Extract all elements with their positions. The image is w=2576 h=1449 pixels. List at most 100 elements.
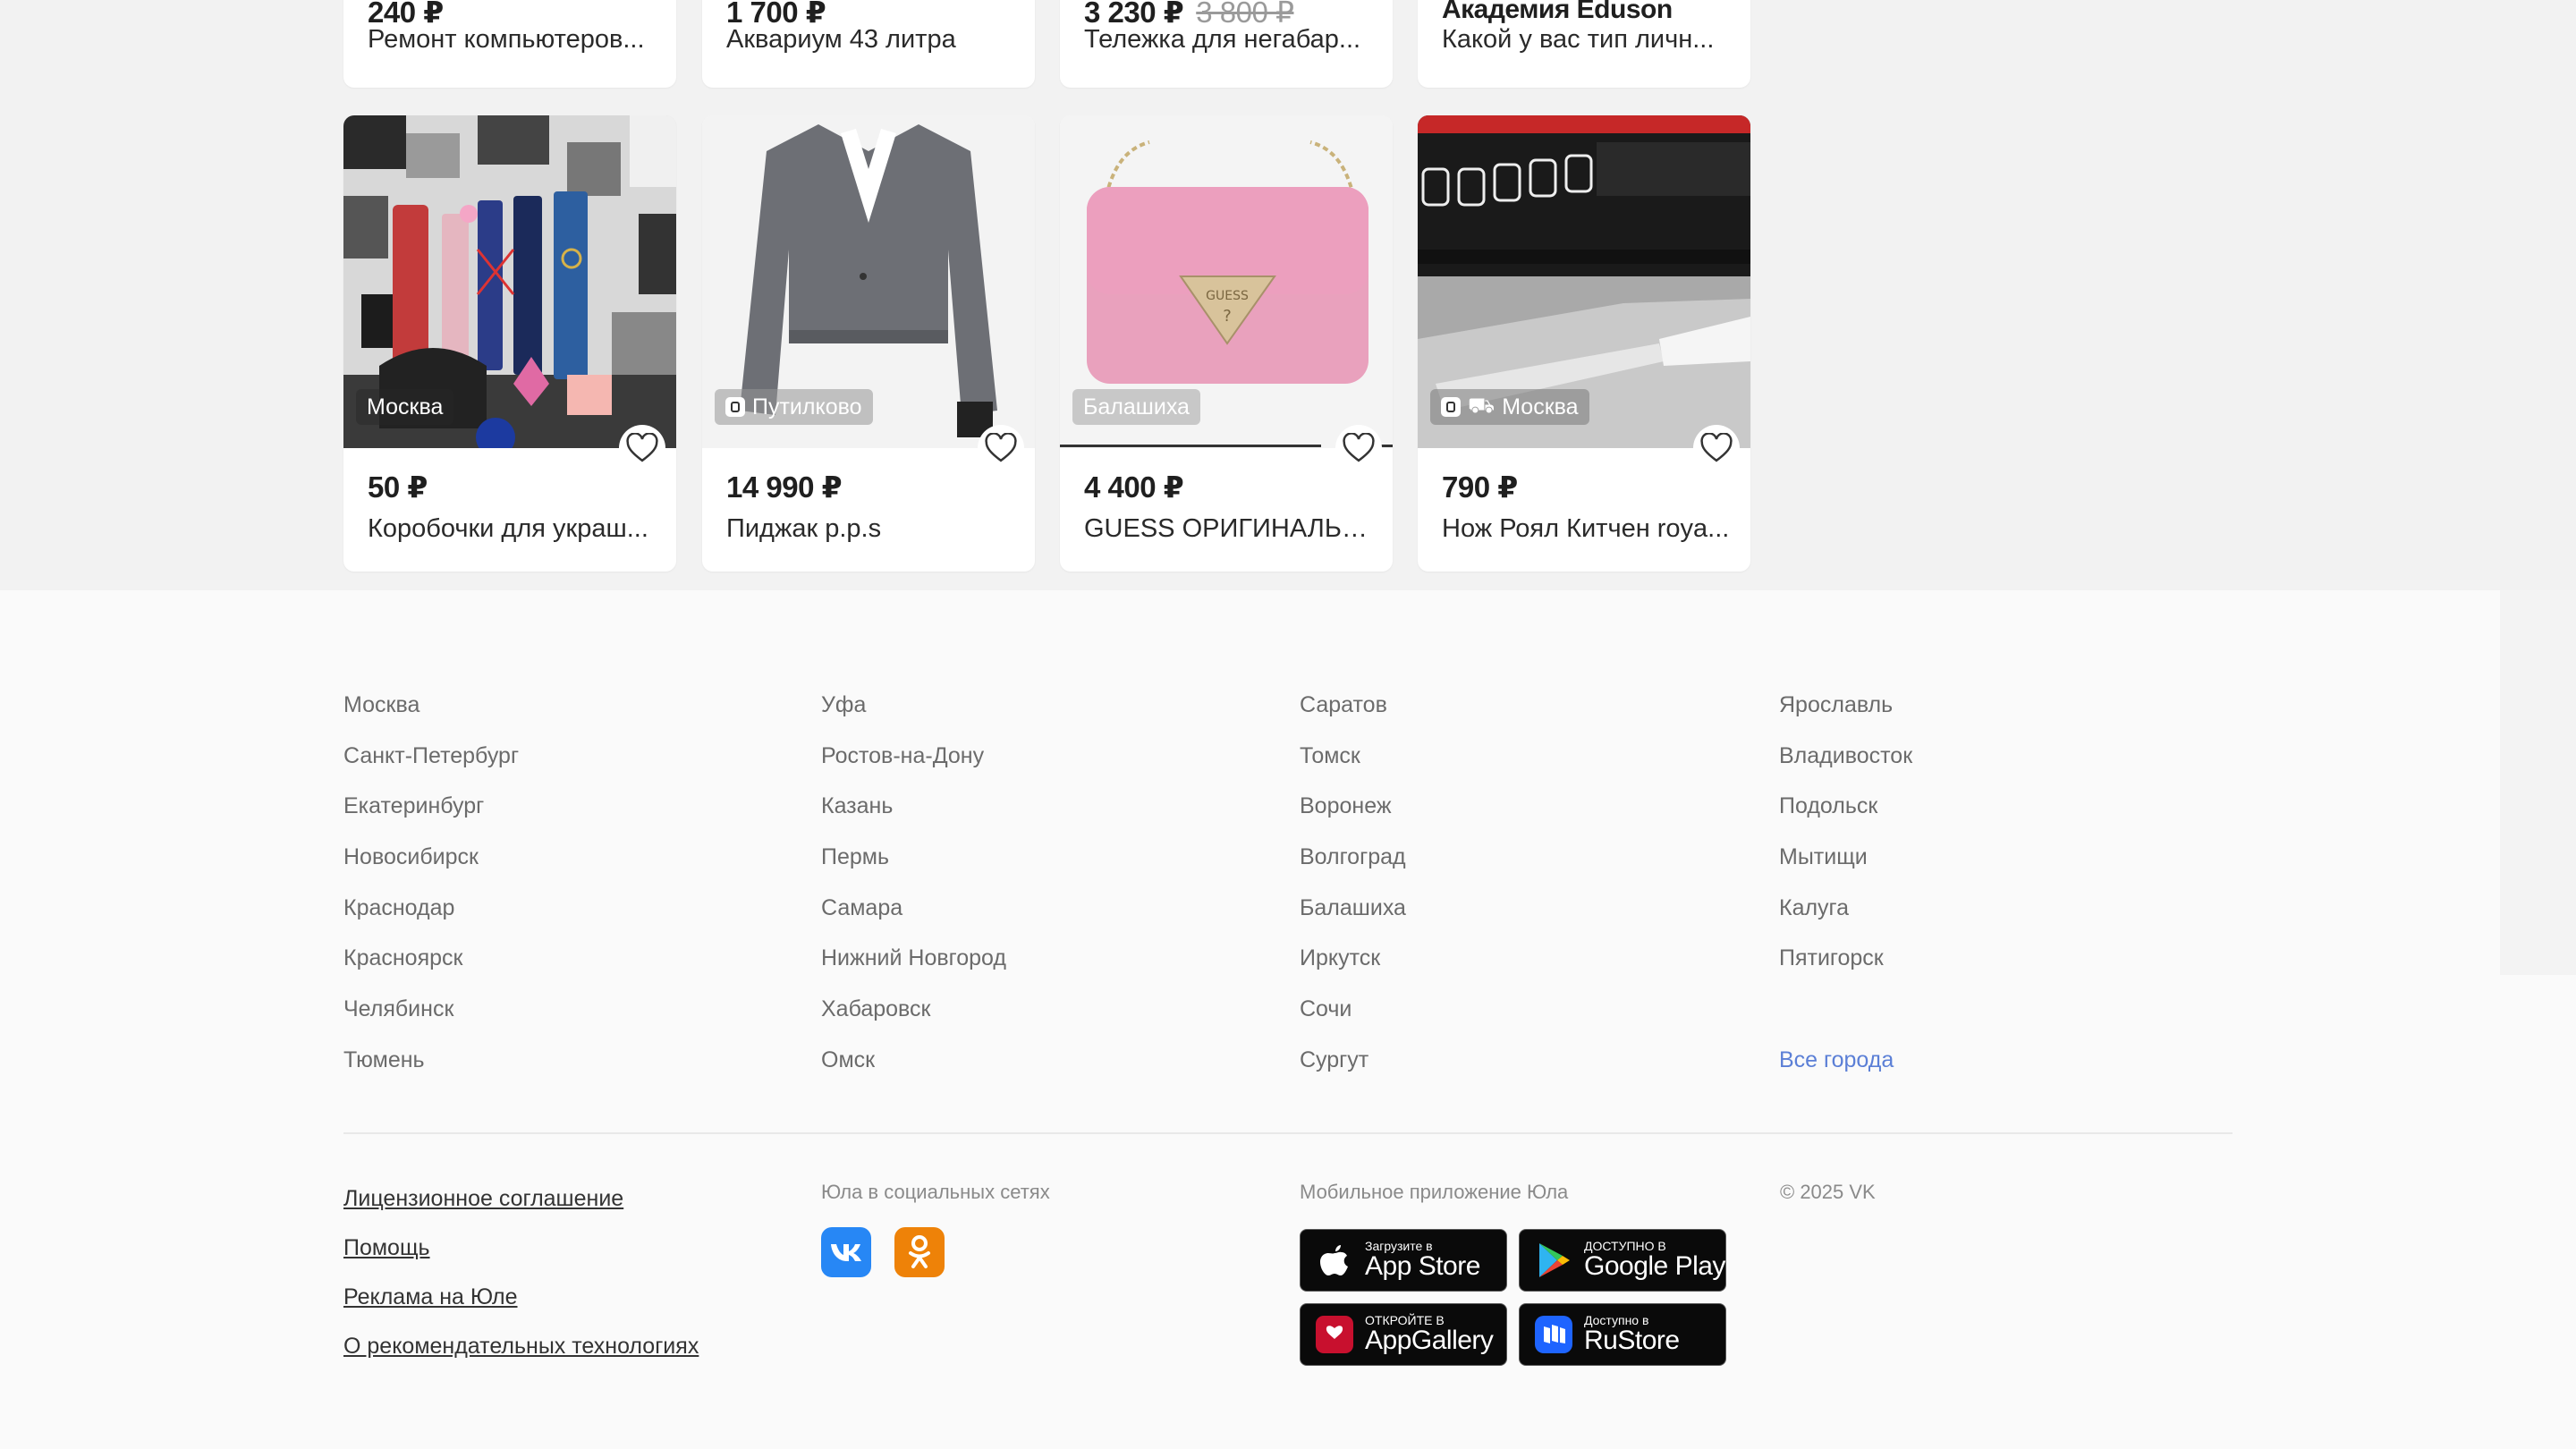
favorite-button[interactable] [1335,425,1382,471]
ok-icon [909,1235,930,1268]
vk-button[interactable] [821,1227,871,1277]
google-play-button[interactable]: ДОСТУПНО В Google Play [1519,1229,1726,1292]
location-text: Путилково [752,394,862,419]
ad-advertiser: Академия Eduson [1442,0,1673,24]
heart-icon [626,433,658,462]
city-link[interactable]: Подольск [1779,788,1912,839]
footer-divider [343,1132,2233,1134]
card-title: Аквариум 43 литра [726,25,956,54]
rustore-icon [1534,1315,1573,1354]
card-title: Тележка для негабар... [1084,25,1361,54]
location-text: Москва [1502,394,1579,419]
recommendation-tech-link[interactable]: О рекомендательных технологиях [343,1334,699,1360]
city-link[interactable]: Владивосток [1779,738,1912,789]
city-link[interactable]: Новосибирск [343,839,519,890]
city-link[interactable]: Сочи [1300,991,1406,1042]
card-title: Какой у вас тип личн... [1442,25,1715,54]
license-agreement-link[interactable]: Лицензионное соглашение [343,1186,623,1212]
card-image[interactable]: Москва [343,115,676,448]
vk-icon [831,1244,861,1261]
city-list: Москва Санкт-Петербург Екатеринбург Ново… [343,687,519,1093]
store-name: Google Play [1584,1251,1725,1281]
city-link[interactable]: Ярославль [1779,687,1912,738]
city-link[interactable]: Челябинск [343,991,519,1042]
ok-button[interactable] [894,1227,945,1277]
all-cities-link[interactable]: Все города [1779,1042,1912,1093]
card-price: 50 ₽ [368,470,428,504]
city-link[interactable]: Омск [821,1042,1006,1093]
location-badge: Балашиха [1072,389,1200,425]
svg-text:?: ? [1223,307,1232,326]
city-link[interactable]: Саратов [1300,687,1406,738]
city-link[interactable]: Санкт-Петербург [343,738,519,789]
city-link[interactable]: Калуга [1779,890,1912,941]
city-list: Уфа Ростов-на-Дону Казань Пермь Самара Н… [821,687,1006,1093]
card-price: 4 400 ₽ [1084,470,1184,504]
city-link[interactable]: Волгоград [1300,839,1406,890]
favorite-button[interactable] [619,425,665,471]
city-link[interactable]: Иркутск [1300,940,1406,991]
listing-card[interactable]: 240 ₽ Ремонт компьютеров... [343,0,676,88]
favorite-button[interactable] [1693,425,1740,471]
location-badge: ⛟ Москва [1430,389,1589,425]
footer-side-panel [2500,590,2576,975]
city-link[interactable]: Мытищи [1779,839,1912,890]
city-link[interactable]: Красноярск [343,940,519,991]
city-link[interactable]: Тюмень [343,1042,519,1093]
city-link[interactable]: Балашиха [1300,890,1406,941]
favorite-button[interactable] [978,425,1024,471]
help-link[interactable]: Помощь [343,1235,430,1261]
listing-card[interactable]: ⛟ Москва 790 ₽ Нож Роял Китчен roya... [1418,115,1750,572]
listing-card[interactable]: Москва 50 ₽ Коробочки для украш... [343,115,676,572]
store-caption: Доступно в [1584,1313,1649,1327]
city-link[interactable]: Воронеж [1300,788,1406,839]
app-store-button[interactable]: Загрузите в App Store [1300,1229,1507,1292]
location-text: Балашиха [1083,394,1190,419]
city-link[interactable]: Москва [343,687,519,738]
card-title: GUESS ОРИГИНАЛЬН... [1084,514,1375,543]
card-image[interactable]: GUESS ? Балашиха [1060,115,1393,448]
store-name: AppGallery [1365,1326,1494,1355]
social-label: Юла в социальных сетях [821,1181,1050,1203]
card-title: Пиджак p.p.s [726,514,882,543]
city-link[interactable]: Ростов-на-Дону [821,738,1006,789]
city-link[interactable]: Сургут [1300,1042,1406,1093]
city-link[interactable]: Томск [1300,738,1406,789]
verified-icon [1441,397,1461,417]
listing-card[interactable]: 3 230 ₽3 800 ₽ Тележка для негабар... [1060,0,1393,88]
card-title: Нож Роял Китчен roya... [1442,514,1730,543]
store-name: RuStore [1584,1326,1680,1355]
heart-icon [985,433,1017,462]
city-link[interactable]: Краснодар [343,890,519,941]
city-link[interactable]: Пятигорск [1779,940,1912,991]
google-play-icon [1534,1241,1573,1280]
city-link[interactable]: Пермь [821,839,1006,890]
listing-card[interactable]: Путилково 14 990 ₽ Пиджак p.p.s [702,115,1035,572]
city-link[interactable]: Уфа [821,687,1006,738]
card-image[interactable]: Путилково [702,115,1035,448]
advertising-link[interactable]: Реклама на Юле [343,1284,518,1310]
store-caption: Загрузите в [1365,1239,1433,1253]
huawei-icon [1315,1315,1354,1354]
listing-card[interactable]: GUESS ? Балашиха 4 400 ₽ GUESS ОРИГИНАЛЬ… [1060,115,1393,572]
card-price: 790 ₽ [1442,470,1518,504]
city-link[interactable]: Хабаровск [821,991,1006,1042]
city-link[interactable]: Нижний Новгород [821,940,1006,991]
heart-icon [1700,433,1733,462]
location-text: Москва [367,394,444,419]
city-link[interactable]: Самара [821,890,1006,941]
apple-icon [1315,1241,1354,1280]
appgallery-button[interactable]: ОТКРОЙТЕ В AppGallery [1300,1303,1507,1366]
listing-card[interactable]: 1 700 ₽ Аквариум 43 литра [702,0,1035,88]
svg-text:GUESS: GUESS [1206,289,1249,303]
city-link[interactable]: Казань [821,788,1006,839]
city-link[interactable]: Екатеринбург [343,788,519,839]
card-title: Ремонт компьютеров... [368,25,645,54]
ad-card[interactable]: Академия Eduson Какой у вас тип личн... [1418,0,1750,88]
location-badge: Путилково [715,389,873,425]
rustore-button[interactable]: Доступно в RuStore [1519,1303,1726,1366]
city-spacer [1779,991,1912,1042]
card-image[interactable]: ⛟ Москва [1418,115,1750,448]
location-badge: Москва [356,389,454,425]
verified-icon [725,397,745,417]
